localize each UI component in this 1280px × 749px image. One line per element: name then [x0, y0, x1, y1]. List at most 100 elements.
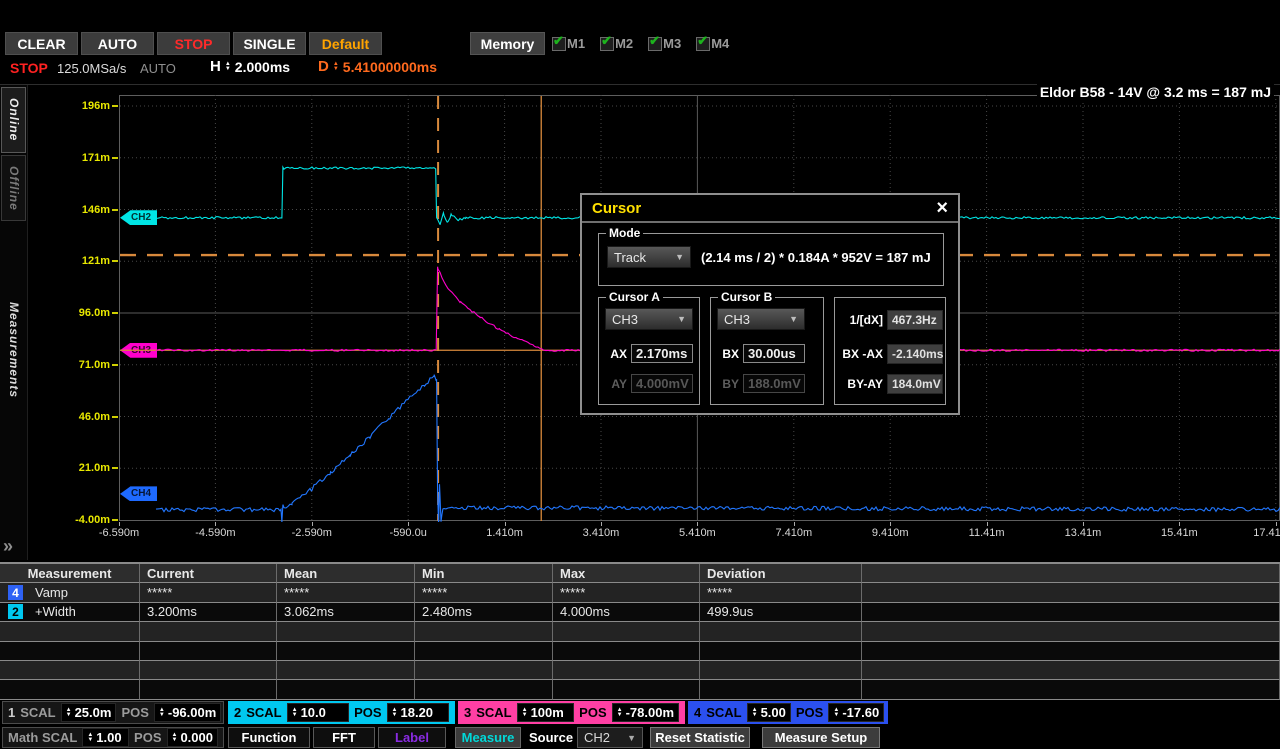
x-axis-tick: [1083, 522, 1084, 526]
table-row-selector[interactable]: [0, 622, 140, 641]
memory-checkbox-m1[interactable]: ✔M1: [552, 36, 585, 51]
table-row-selector[interactable]: 2+Width: [0, 603, 140, 622]
memory-button[interactable]: Memory: [470, 32, 545, 55]
stepper-icon[interactable]: ▲▼: [159, 708, 165, 718]
toolbar-button-default[interactable]: Default: [309, 32, 382, 55]
toolbar-button-auto[interactable]: AUTO: [81, 32, 154, 55]
channel-1-position-field[interactable]: ▲▼-96.00m: [154, 703, 221, 722]
close-icon[interactable]: ×: [936, 198, 948, 218]
measurement-value: [553, 661, 700, 680]
x-axis-tick: [215, 522, 216, 526]
channel-4-scale-field[interactable]: ▲▼5.00: [747, 703, 791, 722]
stepper-icon[interactable]: ▲▼: [87, 733, 93, 743]
table-header-deviation: Deviation: [700, 564, 862, 583]
table-row-selector[interactable]: [0, 661, 140, 680]
table-row-selector[interactable]: [0, 680, 140, 699]
channel-2-scale-field[interactable]: ▲▼10.0: [287, 703, 349, 722]
channel-3-position-field[interactable]: ▲▼-78.00m: [612, 703, 679, 722]
toolbar-button-stop[interactable]: STOP: [157, 32, 230, 55]
channel-3-scale-group[interactable]: 3SCAL▲▼100mPOS▲▼-78.00m: [458, 701, 685, 724]
cursor-dialog: Cursor × Mode Track ▼ (2.14 ms / 2) * 0.…: [580, 193, 960, 415]
stepper-icon[interactable]: ▲▼: [833, 708, 839, 718]
memory-checkboxes: ✔M1 ✔M2 ✔M3 ✔M4: [552, 36, 729, 51]
stepper-icon[interactable]: ▲▼: [617, 708, 623, 718]
channel-1-scale-field[interactable]: ▲▼25.0m: [61, 703, 117, 722]
x-axis-label: 1.410m: [465, 527, 545, 539]
table-row-selector[interactable]: [0, 642, 140, 661]
channel-number: 3: [464, 705, 471, 720]
pos-label: POS: [121, 705, 148, 720]
y-axis-tick: [112, 105, 118, 107]
channel-3-scale-field[interactable]: ▲▼100m: [517, 703, 575, 722]
scale-value: 10.0: [301, 705, 326, 720]
expand-panel-icon[interactable]: »: [3, 536, 13, 557]
source-value: CH2: [584, 730, 610, 745]
x-axis-label: 5.410m: [657, 527, 737, 539]
cursor-b-source-dropdown[interactable]: CH3 ▼: [717, 308, 805, 330]
memory-checkbox-m4[interactable]: ✔M4: [696, 36, 729, 51]
reset-statistic-button[interactable]: Reset Statistic: [650, 727, 750, 748]
y-axis-label: 196m: [58, 100, 110, 112]
channel-4-scale-group[interactable]: 4SCAL▲▼5.00POS▲▼-17.60: [688, 701, 888, 724]
stepper-icon[interactable]: ▲▼: [522, 708, 528, 718]
sidebar-tab-offline[interactable]: Offline: [1, 155, 26, 221]
x-axis-tick: [697, 522, 698, 526]
stepper-icon[interactable]: ▲▼: [172, 733, 178, 743]
cursor-b-source: CH3: [724, 312, 750, 327]
mode-dropdown[interactable]: Track ▼: [607, 246, 691, 268]
x-axis-label: 9.410m: [850, 527, 930, 539]
table-row-selector[interactable]: 4Vamp: [0, 583, 140, 602]
channel-badge: 4: [8, 585, 23, 600]
measurement-value: [553, 622, 700, 641]
h-value[interactable]: 2.000ms: [235, 59, 290, 75]
x-axis-tick: [1179, 522, 1180, 526]
channel-4-position-field[interactable]: ▲▼-17.60: [828, 703, 884, 722]
stepper-icon[interactable]: ▲▼: [225, 62, 231, 72]
chevron-down-icon: ▼: [675, 252, 684, 262]
source-dropdown[interactable]: CH2 ▼: [577, 727, 643, 748]
toolbar-button-single[interactable]: SINGLE: [233, 32, 306, 55]
fft-button[interactable]: FFT: [313, 727, 375, 748]
measurement-value: [862, 603, 1280, 622]
d-label: D: [318, 58, 329, 75]
stepper-icon[interactable]: ▲▼: [752, 708, 758, 718]
d-value[interactable]: 5.41000000ms: [343, 59, 437, 75]
toolbar-button-clear[interactable]: CLEAR: [5, 32, 78, 55]
math-scal-field[interactable]: ▲▼ 1.00: [82, 728, 129, 747]
y-axis-label: 71.0m: [58, 359, 110, 371]
y-axis-label: 171m: [58, 152, 110, 164]
measurement-value: 499.9us: [700, 603, 862, 622]
memory-checkbox-m2[interactable]: ✔M2: [600, 36, 633, 51]
bx-field[interactable]: 30.00us: [743, 344, 805, 363]
label-button[interactable]: Label: [378, 727, 446, 748]
measure-button[interactable]: Measure: [455, 727, 521, 748]
measurement-value: *****: [140, 583, 277, 602]
dialog-titlebar[interactable]: Cursor ×: [582, 195, 958, 223]
y-axis-tick: [112, 209, 118, 211]
math-pos-field[interactable]: ▲▼ 0.000: [167, 728, 219, 747]
ax-field[interactable]: 2.170ms: [631, 344, 693, 363]
measure-setup-button[interactable]: Measure Setup: [762, 727, 880, 748]
channel-number: 4: [694, 705, 701, 720]
check-icon: ✔: [553, 33, 564, 49]
cursor-a-source-dropdown[interactable]: CH3 ▼: [605, 308, 693, 330]
stepper-icon[interactable]: ▲▼: [66, 708, 72, 718]
chevron-down-icon: ▼: [627, 733, 636, 743]
channel-2-position-field[interactable]: ▲▼18.20: [387, 703, 449, 722]
x-axis-label: 15.41m: [1139, 527, 1219, 539]
stepper-icon[interactable]: ▲▼: [392, 708, 398, 718]
sidebar-tab-online[interactable]: Online: [1, 87, 26, 153]
memory-checkbox-m3[interactable]: ✔M3: [648, 36, 681, 51]
measurement-table: MeasurementCurrentMeanMinMaxDeviation4Va…: [0, 562, 1280, 698]
math-scale-group[interactable]: Math SCAL ▲▼ 1.00 POS ▲▼ 0.000: [2, 727, 224, 748]
sidebar-section-measurements[interactable]: Measurements: [1, 265, 26, 435]
channel-1-scale-group[interactable]: 1SCAL▲▼25.0mPOS▲▼-96.00m: [2, 701, 224, 724]
function-button[interactable]: Function: [228, 727, 310, 748]
trigger-mode: AUTO: [140, 61, 176, 76]
stepper-icon[interactable]: ▲▼: [292, 708, 298, 718]
measurement-name: +Width: [35, 604, 76, 619]
chevron-down-icon: ▼: [789, 314, 798, 324]
stepper-icon[interactable]: ▲▼: [333, 62, 339, 72]
channel-2-scale-group[interactable]: 2SCAL▲▼10.0POS▲▼18.20: [228, 701, 455, 724]
measurement-value: *****: [415, 583, 553, 602]
